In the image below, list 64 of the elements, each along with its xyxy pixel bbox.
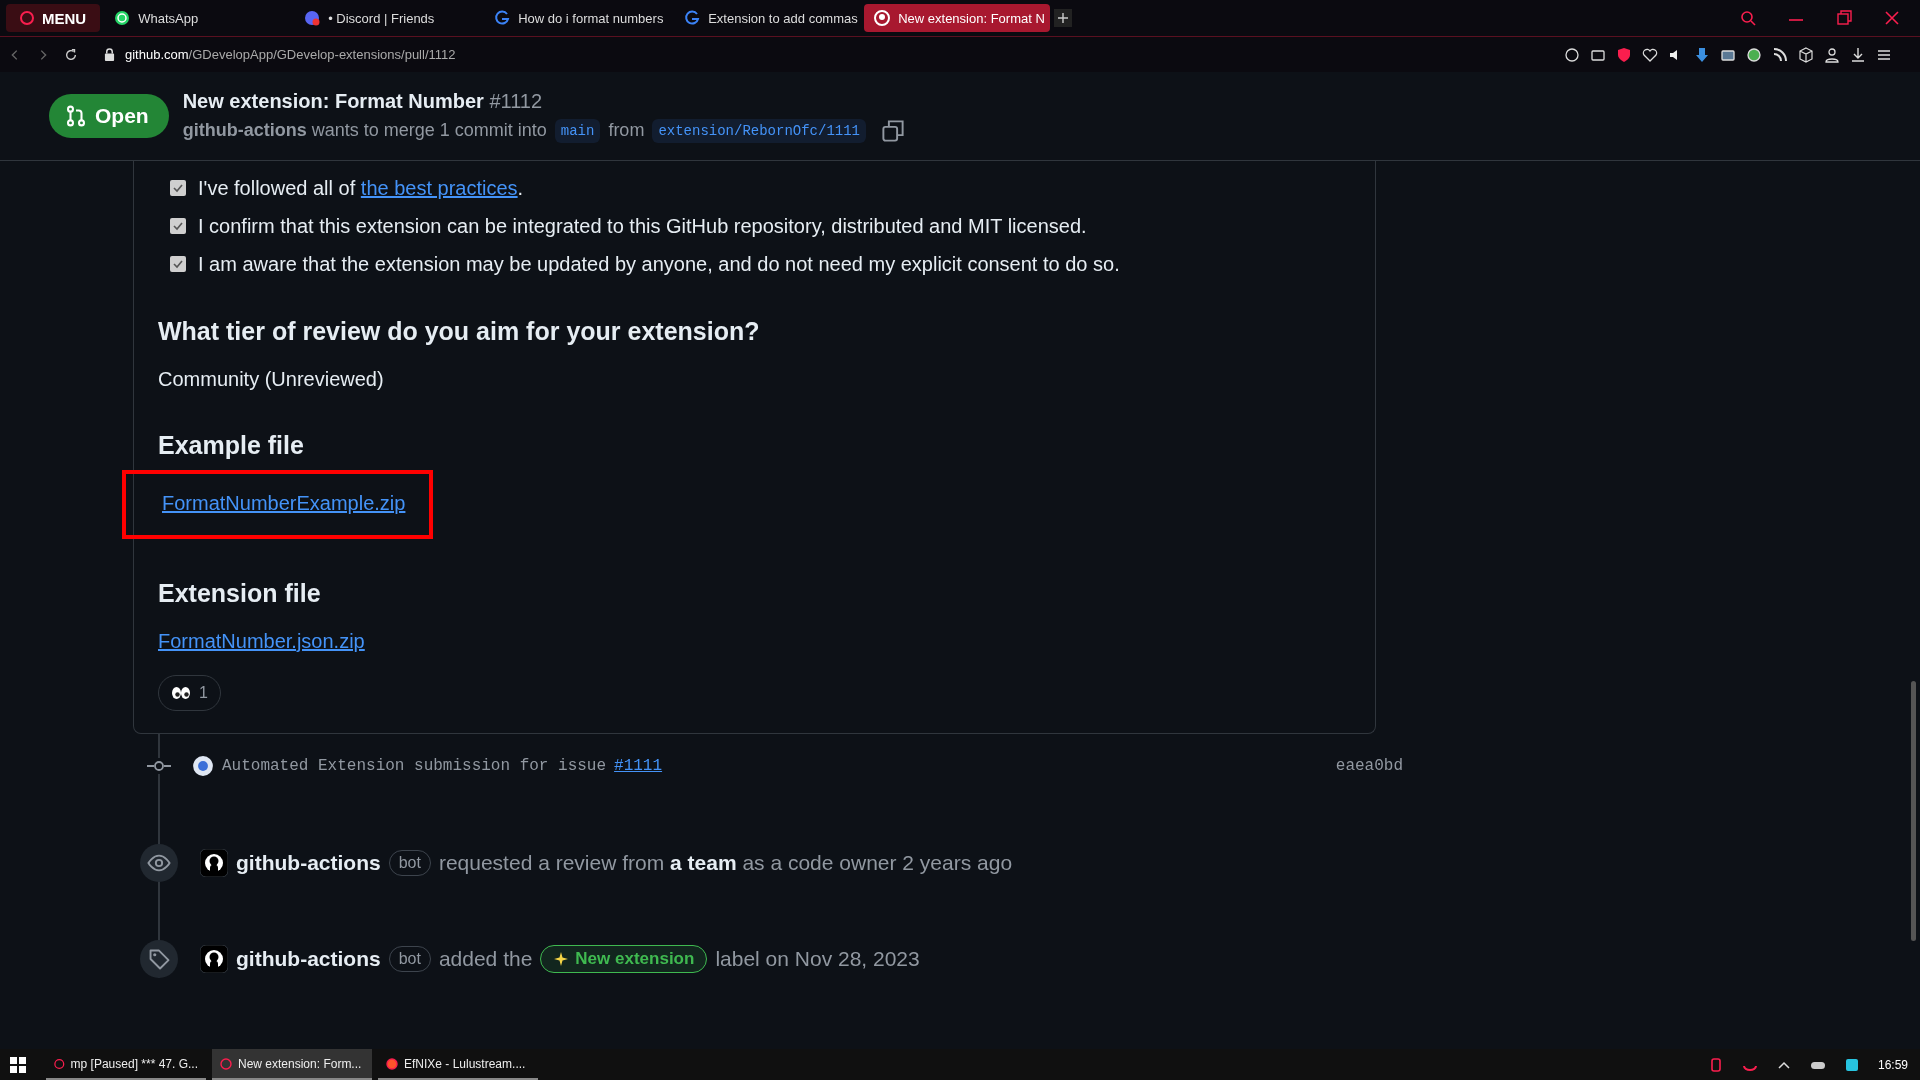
swirl-logo-icon [494,10,511,26]
commit-sha[interactable]: eaea0bd [1335,757,1403,775]
best-practices-link[interactable]: the best practices [360,176,518,199]
clock: 16:59 [1877,1057,1908,1072]
browser-tab[interactable]: How do i format numbers [484,4,671,32]
status-badge: Open [49,94,169,138]
event-date: label on Nov 28, 2023 [715,947,920,971]
label-tag[interactable]: New extension [540,945,708,973]
section-text: Community (Unreviewed) [158,368,384,391]
round-logo-icon [304,10,321,26]
app-icon [220,1057,232,1070]
lock-icon [104,48,115,61]
eye-icon [140,844,178,882]
section-heading: Example file [158,431,305,460]
browser-tab[interactable]: Extension to add commas [674,4,861,32]
section-heading: What tier of review do you aim for your extension? [158,317,761,346]
browser-tab[interactable]: New extension: Format N [864,4,1051,32]
copy-icon[interactable] [882,119,904,142]
actor-link[interactable]: github-actions [236,851,381,875]
taskbar-item[interactable]: New extension: Form... [212,1049,372,1080]
app-icon [386,1057,398,1070]
address-field[interactable]: github.com/GDevelopApp/GDevelop-extensions/pull/1112 [125,47,456,62]
search-icon[interactable] [1740,10,1756,26]
taskbar-item[interactable]: mp [Paused] *** 47. G... [46,1049,206,1080]
eyes-icon [171,686,191,700]
checklist-text: I am aware that the extension may be updated by anyone, and do not need my explicit consent to do so. [198,252,1120,276]
cube-icon[interactable] [1798,46,1814,63]
close-icon[interactable] [1884,10,1900,26]
swirl-logo-icon [684,10,701,26]
tag-icon [140,940,178,978]
event-description: requested a review from a team as a code owner 2 years ago [438,851,1013,875]
menu-button[interactable]: MENU [6,4,101,32]
rss-icon[interactable] [1772,46,1788,63]
tray-square-icon[interactable] [1843,1056,1860,1073]
event-description: added the [438,947,533,971]
browser-tab[interactable]: • Discord | Friends [294,4,481,32]
actor-link[interactable]: github-actions [236,947,381,971]
taskbar-item[interactable]: EfNIXe - Lulustream.... [378,1049,538,1080]
download-arrow-icon[interactable] [1694,46,1710,63]
reload-icon[interactable] [64,47,78,62]
checklist-text: I confirm that this extension can be integrated to this GitHub repository, distributed and MIT licensed. [198,214,1087,238]
avatar-icon [192,755,214,777]
browser-tab[interactable]: WhatsApp [104,4,291,32]
section-heading: Extension file [158,579,322,608]
from-text: from [608,120,645,141]
commit-message[interactable]: Automated Extension submission for issue [222,757,607,775]
checklist-text: I've followed all of the best practices. [198,176,524,200]
app-icon [54,1057,65,1070]
pr-title: New extension: Format Number [182,89,484,112]
shield-icon[interactable] [1616,46,1632,63]
pr-number: #1112 [489,89,543,112]
issue-link[interactable]: #1111 [614,757,663,775]
person-icon[interactable] [1824,46,1840,63]
merge-description: github-actions wants to merge 1 commit into [182,120,547,141]
windows-logo-icon[interactable] [10,1056,26,1073]
file-link[interactable]: FormatNumberExample.zip [162,492,406,515]
base-branch-link[interactable]: main [554,118,601,143]
new-tab-button[interactable] [1054,9,1073,27]
restore-icon[interactable] [1836,10,1852,26]
file-link[interactable]: FormatNumber.json.zip [158,630,365,653]
plus-icon [1058,13,1069,23]
heart-icon[interactable] [1642,46,1658,63]
head-branch-link[interactable]: extension/RebornOfc/1111 [652,118,866,143]
download-icon[interactable] [1850,46,1866,63]
